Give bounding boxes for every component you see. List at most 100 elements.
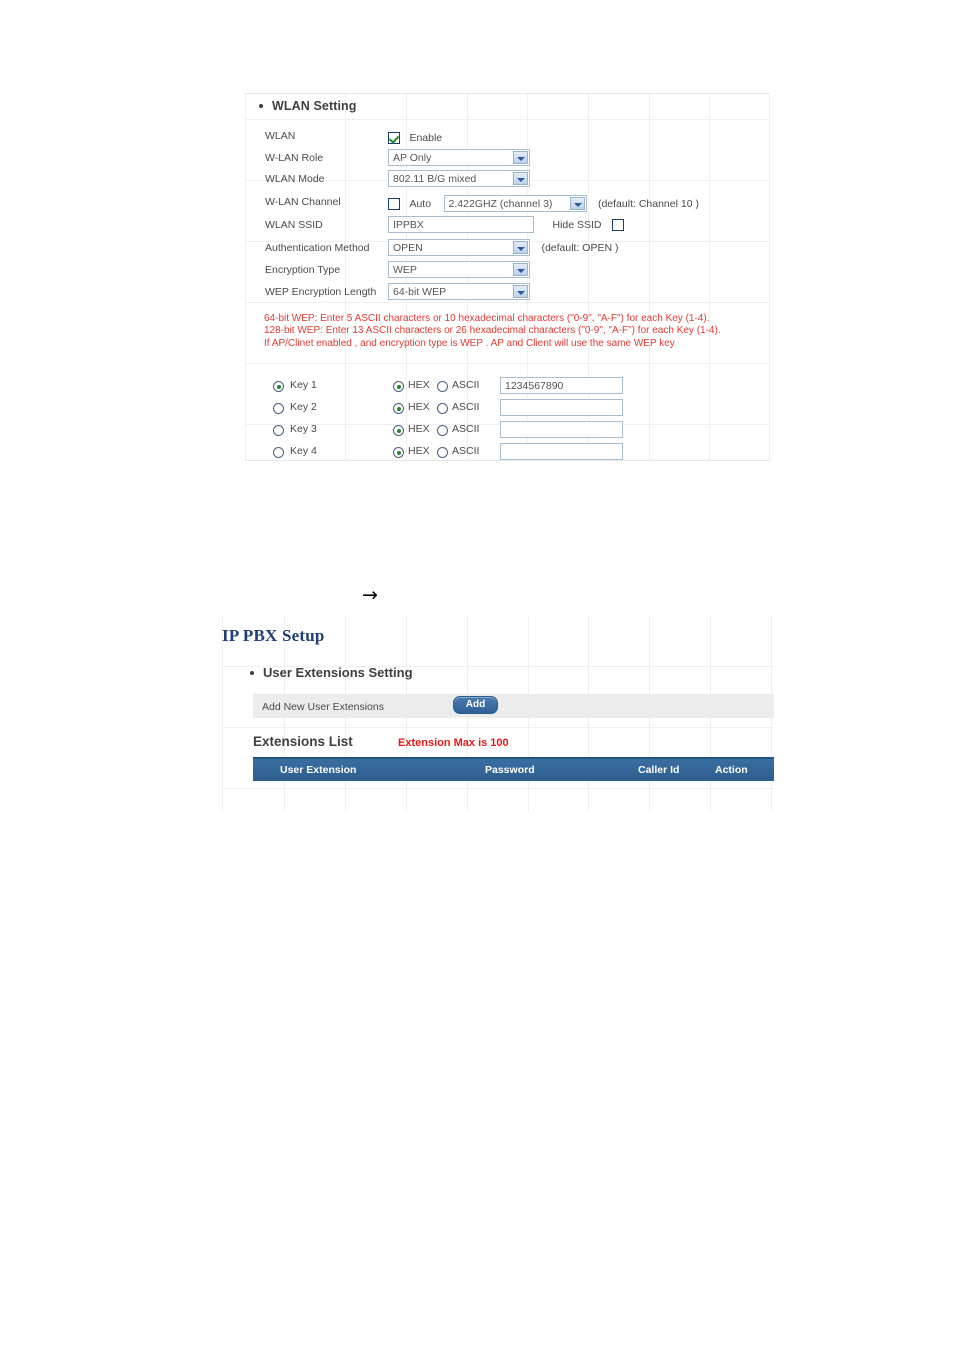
key-ascii-radio[interactable]: [437, 403, 448, 414]
key-hex-radio[interactable]: [393, 381, 404, 392]
row-auth-method: Authentication Method OPEN (default: OPE…: [245, 239, 770, 260]
label-wep-length: WEP Encryption Length: [265, 286, 377, 298]
bullet-icon: [259, 103, 263, 108]
user-extensions-setting-heading: User Extensions Setting: [250, 665, 413, 680]
ip-pbx-setup-section: IP PBX Setup User Extensions Setting Add…: [222, 620, 774, 785]
encryption-type-control: WEP: [388, 261, 530, 279]
key-ascii-label: ASCII: [452, 445, 480, 457]
key-label: Key 4: [290, 445, 317, 457]
encryption-type-value: WEP: [393, 264, 417, 277]
column-header-action: Action: [715, 764, 748, 776]
wlan-channel-value: 2.422GHZ (channel 3): [448, 198, 553, 211]
hide-ssid-checkbox[interactable]: [611, 218, 624, 231]
key-hex-radio[interactable]: [393, 425, 404, 436]
wlan-setting-heading: WLAN Setting: [259, 99, 357, 113]
user-extensions-setting-label: User Extensions Setting: [263, 665, 413, 680]
key-hex-label: HEX: [408, 379, 430, 391]
key-hex-radio[interactable]: [393, 403, 404, 414]
row-wlan-ssid: WLAN SSID IPPBX Hide SSID: [245, 216, 770, 237]
row-wep-length: WEP Encryption Length 64-bit WEP: [245, 283, 770, 304]
key-ascii-radio[interactable]: [437, 425, 448, 436]
wlan-role-value: AP Only: [393, 152, 432, 165]
key-row: Key 3 HEX ASCII: [245, 421, 770, 443]
wlan-role-select[interactable]: AP Only: [388, 149, 530, 167]
label-auth-method: Authentication Method: [265, 242, 370, 254]
row-wlan-channel: W-LAN Channel Auto 2.422GHZ (channel 3) …: [245, 193, 770, 214]
key-label: Key 3: [290, 423, 317, 435]
key-ascii-radio[interactable]: [437, 447, 448, 458]
bullet-icon: [250, 670, 254, 675]
wlan-mode-control: 802.11 B/G mixed: [388, 170, 530, 188]
key-row: Key 2 HEX ASCII: [245, 399, 770, 421]
wlan-channel-control: Auto 2.422GHZ (channel 3) (default: Chan…: [388, 195, 699, 213]
auth-method-select[interactable]: OPEN: [388, 239, 530, 257]
chevron-down-icon[interactable]: [513, 263, 528, 277]
column-header-caller-id: Caller Id: [638, 764, 680, 776]
key-value-input[interactable]: [500, 421, 623, 438]
add-new-user-extensions-label: Add New User Extensions: [262, 701, 384, 713]
key-value-input[interactable]: [500, 399, 623, 416]
page-title: IP PBX Setup: [222, 626, 325, 645]
wep-note-128bit: 128-bit WEP: Enter 13 ASCII characters o…: [264, 325, 721, 337]
wep-length-select[interactable]: 64-bit WEP: [388, 283, 530, 301]
wlan-mode-select[interactable]: 802.11 B/G mixed: [388, 170, 530, 188]
encryption-type-select[interactable]: WEP: [388, 261, 530, 279]
chevron-down-icon[interactable]: [513, 285, 528, 299]
auth-method-value: OPEN: [393, 242, 423, 255]
key-hex-label: HEX: [408, 423, 430, 435]
wep-length-value: 64-bit WEP: [393, 286, 447, 299]
add-new-user-extensions-row: Add New User Extensions Add: [253, 694, 774, 718]
key-hex-radio[interactable]: [393, 447, 404, 458]
key-value-input[interactable]: [500, 443, 623, 460]
section-top-border: [245, 93, 770, 94]
auth-method-control: OPEN (default: OPEN ): [388, 239, 618, 257]
column-header-password: Password: [485, 764, 535, 776]
wep-note-apclient: If AP/Clinet enabled , and encryption ty…: [264, 337, 675, 349]
key-select-radio[interactable]: [273, 381, 284, 392]
wep-note-64bit: 64-bit WEP: Enter 5 ASCII characters or …: [264, 313, 710, 324]
wep-notes: 64-bit WEP: Enter 5 ASCII characters or …: [264, 313, 776, 350]
key-label: Key 2: [290, 401, 317, 413]
column-header-user-extension: User Extension: [280, 764, 357, 776]
extensions-table-header: User Extension Password Caller Id Action: [253, 757, 774, 781]
row-wlan-enable: WLAN Enable: [245, 127, 770, 148]
label-wlan-channel: W-LAN Channel: [265, 196, 341, 208]
key-value: 1234567890: [505, 380, 564, 392]
wlan-channel-hint: (default: Channel 10 ): [597, 197, 699, 210]
channel-auto-checkbox[interactable]: [388, 197, 400, 210]
channel-auto-label: Auto: [409, 197, 432, 210]
add-button[interactable]: Add: [453, 696, 498, 714]
key-select-radio[interactable]: [273, 403, 284, 414]
chevron-down-icon[interactable]: [513, 151, 528, 165]
key-row: Key 4 HEX ASCII: [245, 443, 770, 465]
wlan-ssid-control: IPPBX Hide SSID: [388, 216, 624, 234]
key-ascii-label: ASCII: [452, 401, 480, 413]
row-wlan-mode: WLAN Mode 802.11 B/G mixed: [245, 170, 770, 191]
wlan-channel-select[interactable]: 2.422GHZ (channel 3): [443, 195, 587, 213]
key-select-radio[interactable]: [273, 447, 284, 458]
wlan-enable-label: Enable: [409, 131, 443, 144]
label-wlan-ssid: WLAN SSID: [265, 219, 323, 231]
wlan-role-control: AP Only: [388, 149, 530, 167]
hide-ssid-label: Hide SSID: [552, 218, 602, 231]
key-select-radio[interactable]: [273, 425, 284, 436]
chevron-down-icon[interactable]: [513, 172, 528, 186]
label-wlan-role: W-LAN Role: [265, 152, 324, 164]
wlan-setting-section: WLAN Setting WLAN Enable W-LAN Role AP O…: [245, 93, 770, 461]
extensions-list-title: Extensions List: [253, 734, 353, 749]
wlan-ssid-input[interactable]: IPPBX: [388, 216, 534, 234]
chevron-down-icon[interactable]: [513, 241, 528, 255]
auth-method-hint: (default: OPEN ): [541, 241, 619, 254]
key-row: Key 1 HEX ASCII 1234567890: [245, 377, 770, 399]
extension-max-note: Extension Max is 100: [398, 737, 509, 749]
key-value-input[interactable]: 1234567890: [500, 377, 623, 394]
wlan-enable-checkbox[interactable]: [388, 131, 400, 144]
key-label: Key 1: [290, 379, 317, 391]
label-wlan: WLAN: [265, 130, 296, 142]
wlan-ssid-value: IPPBX: [393, 219, 424, 232]
row-encryption-type: Encryption Type WEP: [245, 261, 770, 282]
wep-length-control: 64-bit WEP: [388, 283, 530, 301]
key-ascii-radio[interactable]: [437, 381, 448, 392]
chevron-down-icon[interactable]: [569, 197, 585, 211]
wlan-mode-value: 802.11 B/G mixed: [393, 173, 477, 186]
